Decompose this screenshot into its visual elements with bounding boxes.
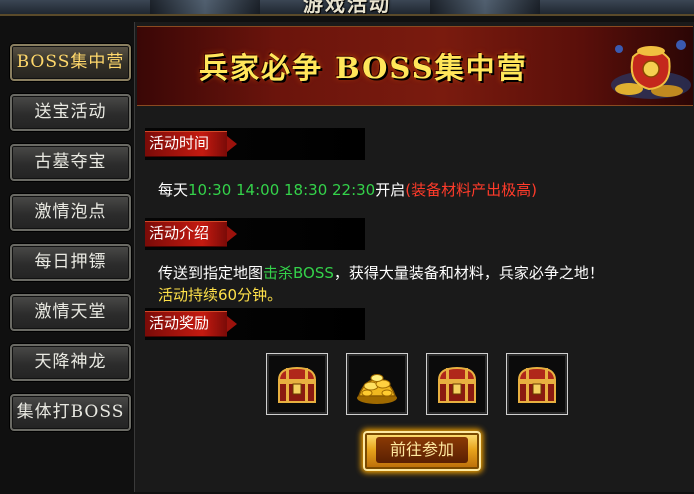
- sidebar-item-tomb-raid[interactable]: 古墓夺宝: [10, 144, 131, 181]
- intro-text-c: ，获得大量装备和材料，兵家必争之地！: [333, 264, 604, 282]
- time-prefix: 每天: [158, 181, 189, 199]
- reward-list: [266, 353, 571, 416]
- gold-ingots-icon: [357, 374, 397, 404]
- banner-title: 兵家必争 BOSS集中营: [199, 51, 528, 85]
- reward-slot[interactable]: [426, 353, 488, 415]
- time-note: (装备材料产出极高): [405, 181, 537, 199]
- activity-time-text: 每天10:30 14:00 18:30 22:30开启(装备材料产出极高): [158, 179, 537, 200]
- sidebar-item-divine-dragon[interactable]: 天降神龙: [10, 344, 131, 381]
- treasure-chest-icon: [277, 366, 317, 403]
- intro-line-2: 活动持续60分钟。: [158, 286, 283, 304]
- sidebar-item-passion-heaven[interactable]: 激情天堂: [10, 294, 131, 331]
- section-header-time: 活动时间: [145, 128, 365, 160]
- sidebar-item-exp-point[interactable]: 激情泡点: [10, 194, 131, 231]
- activity-detail-panel: 兵家必争 BOSS集中营 活动时间 每天10:30 14:00 18:30 22…: [134, 22, 694, 492]
- section-header-rewards: 活动奖励: [145, 308, 365, 340]
- treasure-bag-icon: [611, 40, 691, 99]
- treasure-chest-icon: [437, 366, 477, 403]
- treasure-chest-icon: [517, 366, 557, 403]
- reward-slot[interactable]: [506, 353, 568, 415]
- intro-text-kill-boss: 击杀BOSS: [263, 264, 334, 282]
- reward-slot[interactable]: [266, 353, 328, 415]
- sidebar-item-group-boss[interactable]: 集体打BOSS: [10, 394, 131, 431]
- section-header-intro: 活动介绍: [145, 218, 365, 250]
- sidebar-item-daily-escort[interactable]: 每日押镖: [10, 244, 131, 281]
- time-schedule: 10:30 14:00 18:30 22:30: [188, 181, 376, 199]
- section-title-rewards: 活动奖励: [149, 314, 210, 332]
- section-title-intro: 活动介绍: [149, 224, 210, 242]
- intro-text-a: 传送到指定地图: [158, 264, 264, 282]
- join-activity-label: 前往参加: [375, 437, 468, 463]
- reward-slot[interactable]: [346, 353, 408, 415]
- section-title-time: 活动时间: [149, 134, 210, 152]
- activity-sidebar: BOSS集中营 送宝活动 古墓夺宝 激情泡点 每日押镖 激情天堂 天降神龙 集体…: [4, 20, 132, 490]
- intro-line-1: 传送到指定地图击杀BOSS，获得大量装备和材料，兵家必争之地！: [158, 262, 604, 283]
- activity-banner: 兵家必争 BOSS集中营: [137, 26, 693, 106]
- time-suffix: 开启: [375, 181, 406, 199]
- sidebar-item-boss-camp[interactable]: BOSS集中营: [10, 44, 131, 81]
- join-activity-button[interactable]: 前往参加: [363, 431, 481, 471]
- sidebar-item-treasure-giveaway[interactable]: 送宝活动: [10, 94, 131, 131]
